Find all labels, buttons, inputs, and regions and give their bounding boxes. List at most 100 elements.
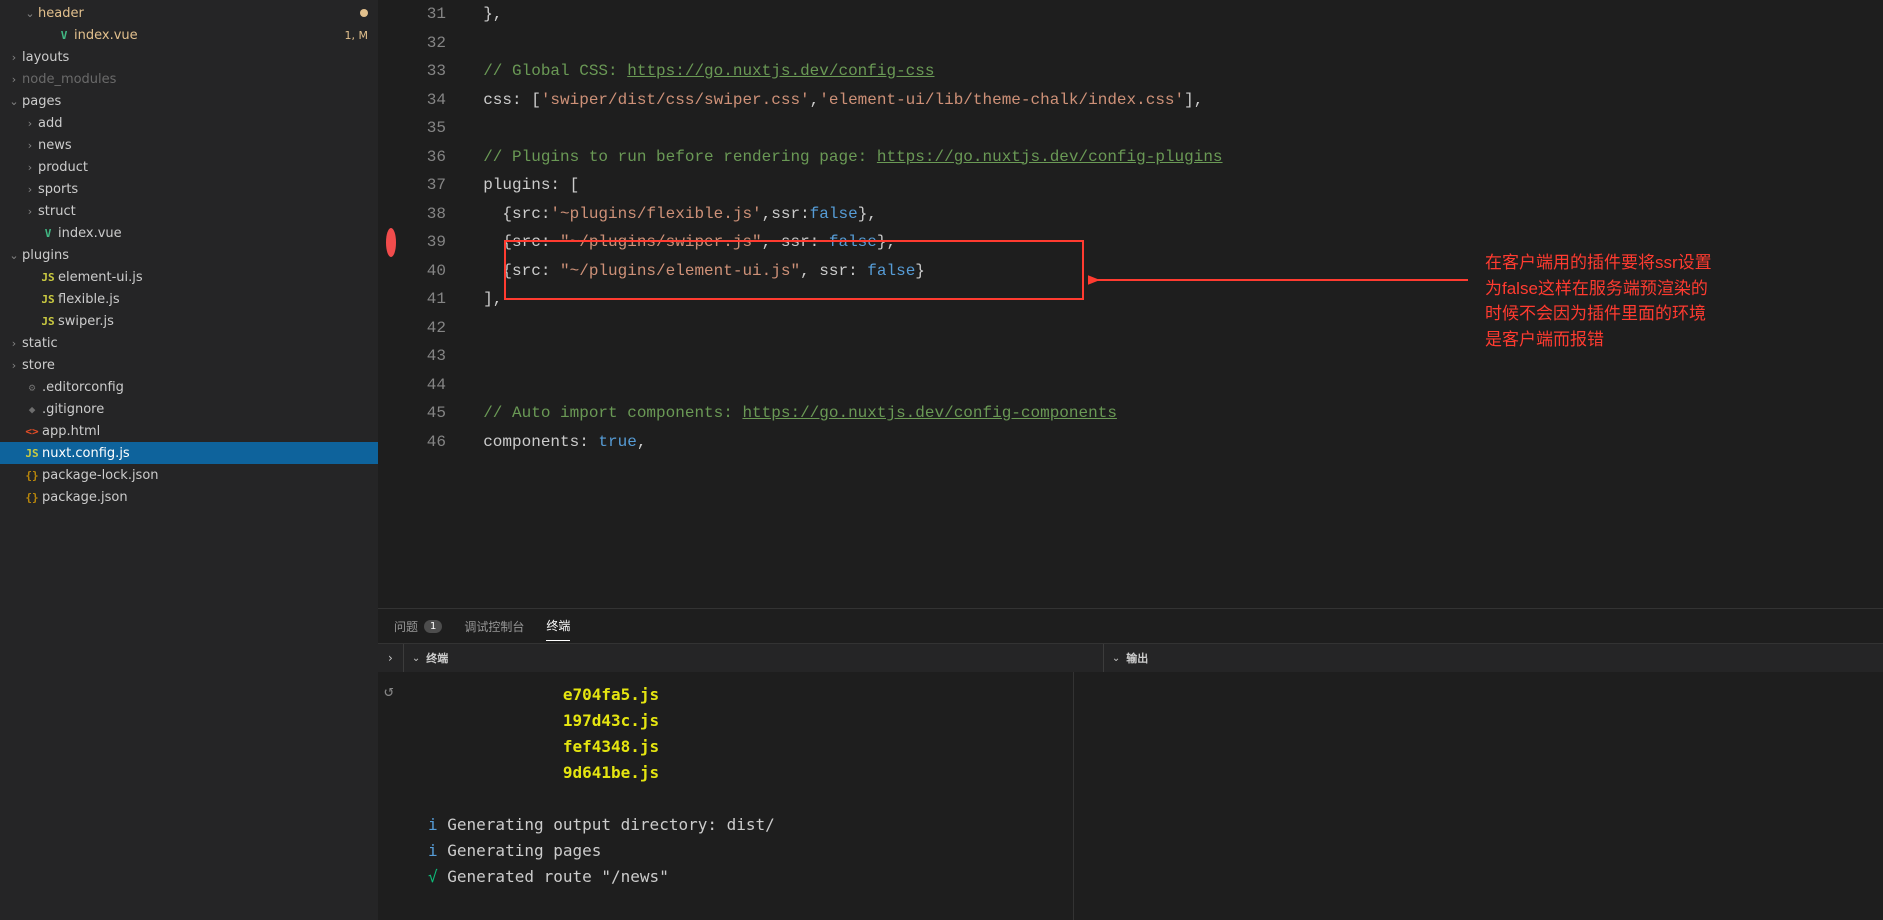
folder-item[interactable]: ›product bbox=[0, 156, 378, 178]
code-line[interactable] bbox=[464, 342, 1883, 371]
js-file-icon: JS bbox=[22, 447, 42, 460]
folder-item[interactable]: ›layouts bbox=[0, 46, 378, 68]
tree-item-label: .gitignore bbox=[42, 402, 378, 417]
vue-file-icon: V bbox=[38, 227, 58, 240]
code-line[interactable] bbox=[464, 314, 1883, 343]
panel-toolbar: › ⌄ 终端 ⌄ 输出 bbox=[378, 644, 1883, 672]
app-root: ⌄headerVindex.vue1, M›layouts›node_modul… bbox=[0, 0, 1883, 920]
folder-item[interactable]: ›node_modules bbox=[0, 68, 378, 90]
tab-problems-label: 问题 bbox=[394, 618, 418, 635]
line-number: 33 bbox=[404, 57, 446, 86]
file-item[interactable]: JSflexible.js bbox=[0, 288, 378, 310]
problems-count-badge: 1 bbox=[424, 620, 442, 633]
folder-item[interactable]: ›struct bbox=[0, 200, 378, 222]
file-item[interactable]: JSelement-ui.js bbox=[0, 266, 378, 288]
code-line[interactable] bbox=[464, 29, 1883, 58]
line-number: 35 bbox=[404, 114, 446, 143]
breakpoint-icon[interactable] bbox=[386, 228, 396, 257]
main-area: 31323334353637383940414243444546 }, // G… bbox=[378, 0, 1883, 920]
tab-problems[interactable]: 问题 1 bbox=[394, 612, 442, 641]
tree-item-label: news bbox=[38, 138, 378, 153]
code-line[interactable]: {src: "~/plugins/element-ui.js", ssr: fa… bbox=[464, 257, 1883, 286]
terminal-line: √ Generated route "/news" bbox=[428, 864, 1053, 890]
line-number: 41 bbox=[404, 285, 446, 314]
terminal-line bbox=[428, 786, 1053, 812]
file-item[interactable]: {}package.json bbox=[0, 486, 378, 508]
terminal-line: i Generating pages bbox=[428, 838, 1053, 864]
line-number: 32 bbox=[404, 29, 446, 58]
output-section-header[interactable]: ⌄ 输出 bbox=[1103, 644, 1883, 672]
tree-item-label: store bbox=[22, 358, 378, 373]
tree-item-label: package.json bbox=[42, 490, 378, 505]
terminal-section-header[interactable]: ⌄ 终端 bbox=[403, 644, 1103, 672]
file-item[interactable]: ◆.gitignore bbox=[0, 398, 378, 420]
html-file-icon: <> bbox=[22, 425, 42, 438]
file-item[interactable]: <>app.html bbox=[0, 420, 378, 442]
js-file-icon: JS bbox=[38, 315, 58, 328]
folder-item[interactable]: ›sports bbox=[0, 178, 378, 200]
file-item[interactable]: Vindex.vue1, M bbox=[0, 24, 378, 46]
tree-item-label: product bbox=[38, 160, 378, 175]
tree-item-label: sports bbox=[38, 182, 378, 197]
gutter-marks bbox=[378, 0, 404, 608]
tab-terminal[interactable]: 终端 bbox=[546, 611, 570, 641]
line-number: 31 bbox=[404, 0, 446, 29]
code-line[interactable]: components: true, bbox=[464, 428, 1883, 457]
code-line[interactable]: // Auto import components: https://go.nu… bbox=[464, 399, 1883, 428]
file-item[interactable]: ⚙.editorconfig bbox=[0, 376, 378, 398]
json-file-icon: {} bbox=[22, 491, 42, 504]
code-line[interactable] bbox=[464, 371, 1883, 400]
tree-item-label: index.vue bbox=[74, 28, 345, 43]
code-line[interactable]: // Global CSS: https://go.nuxtjs.dev/con… bbox=[464, 57, 1883, 86]
file-item[interactable]: {}package-lock.json bbox=[0, 464, 378, 486]
folder-item[interactable]: ⌄plugins bbox=[0, 244, 378, 266]
json-file-icon: {} bbox=[22, 469, 42, 482]
tree-item-label: layouts bbox=[22, 50, 378, 65]
tree-item-label: nuxt.config.js bbox=[42, 446, 378, 461]
tree-item-label: flexible.js bbox=[58, 292, 378, 307]
tree-item-label: .editorconfig bbox=[42, 380, 378, 395]
file-item[interactable]: JSnuxt.config.js bbox=[0, 442, 378, 464]
js-file-icon: JS bbox=[38, 271, 58, 284]
line-number: 45 bbox=[404, 399, 446, 428]
git-status-badge: 1, M bbox=[345, 29, 368, 42]
output-pane[interactable] bbox=[1073, 672, 1883, 920]
terminal-output[interactable]: ↺ e704fa5.js 197d43c.js fef4348.js 9d641… bbox=[378, 672, 1073, 920]
folder-item[interactable]: ›static bbox=[0, 332, 378, 354]
tree-item-label: plugins bbox=[22, 248, 378, 263]
line-number: 34 bbox=[404, 86, 446, 115]
chevron-right-icon: › bbox=[6, 337, 22, 350]
terminal-line: e704fa5.js bbox=[428, 682, 1053, 708]
code-line[interactable]: ], bbox=[464, 285, 1883, 314]
folder-item[interactable]: ⌄pages bbox=[0, 90, 378, 112]
folder-item[interactable]: ›add bbox=[0, 112, 378, 134]
folder-item[interactable]: ⌄header bbox=[0, 2, 378, 24]
panel-collapse-right-icon[interactable]: › bbox=[388, 651, 393, 665]
history-icon[interactable]: ↺ bbox=[384, 678, 394, 704]
tab-debug-console[interactable]: 调试控制台 bbox=[464, 612, 524, 641]
tab-debug-console-label: 调试控制台 bbox=[464, 618, 524, 635]
tree-item-label: swiper.js bbox=[58, 314, 378, 329]
code-line[interactable]: }, bbox=[464, 0, 1883, 29]
vue-file-icon: V bbox=[54, 29, 74, 42]
tree-item-label: index.vue bbox=[58, 226, 378, 241]
chevron-down-icon: ⌄ bbox=[22, 7, 38, 20]
tab-terminal-label: 终端 bbox=[546, 617, 570, 634]
code-line[interactable]: {src: "~/plugins/swiper.js", ssr: false}… bbox=[464, 228, 1883, 257]
code-line[interactable]: {src:'~plugins/flexible.js',ssr:false}, bbox=[464, 200, 1883, 229]
line-number: 38 bbox=[404, 200, 446, 229]
file-item[interactable]: JSswiper.js bbox=[0, 310, 378, 332]
folder-item[interactable]: ›store bbox=[0, 354, 378, 376]
code-line[interactable]: // Plugins to run before rendering page:… bbox=[464, 143, 1883, 172]
file-tree[interactable]: ⌄headerVindex.vue1, M›layouts›node_modul… bbox=[0, 0, 378, 920]
output-section-label: 输出 bbox=[1126, 650, 1148, 666]
bottom-panel: 问题 1 调试控制台 终端 › ⌄ 终端 ⌄ bbox=[378, 608, 1883, 920]
code-line[interactable] bbox=[464, 114, 1883, 143]
modified-dot-icon bbox=[360, 9, 368, 17]
code-area[interactable]: }, // Global CSS: https://go.nuxtjs.dev/… bbox=[464, 0, 1883, 608]
code-line[interactable]: plugins: [ bbox=[464, 171, 1883, 200]
code-editor[interactable]: 31323334353637383940414243444546 }, // G… bbox=[378, 0, 1883, 608]
code-line[interactable]: css: ['swiper/dist/css/swiper.css','elem… bbox=[464, 86, 1883, 115]
file-item[interactable]: Vindex.vue bbox=[0, 222, 378, 244]
folder-item[interactable]: ›news bbox=[0, 134, 378, 156]
